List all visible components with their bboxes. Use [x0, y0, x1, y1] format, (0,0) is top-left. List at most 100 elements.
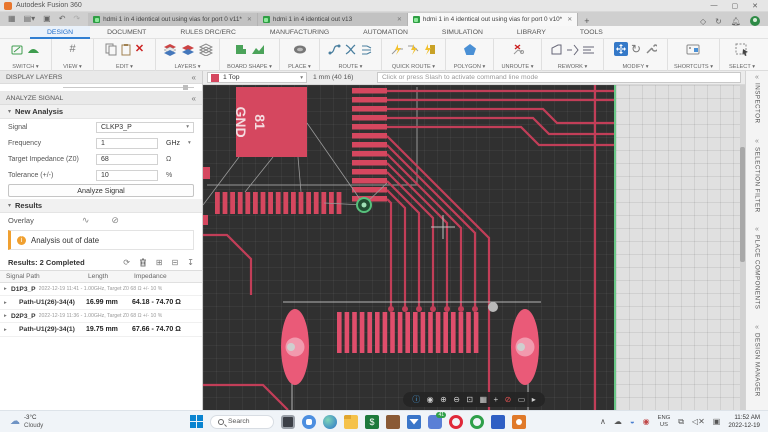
maximize-button[interactable]: ▢	[732, 2, 739, 10]
volume-muted-icon[interactable]: ◁✕	[692, 417, 705, 426]
analyze-signal-button[interactable]: Analyze Signal	[8, 184, 194, 197]
weather-widget[interactable]: ☁ -3°C Cloudy	[0, 414, 190, 428]
notification-bell-icon[interactable]: 🔔︎	[731, 17, 741, 26]
wallet-app-icon[interactable]	[386, 415, 400, 429]
ribbon-board-shape[interactable]: BOARD SHAPE ▾	[220, 39, 280, 71]
onedrive-icon[interactable]: ☁	[614, 417, 622, 426]
menu-tools[interactable]: TOOLS	[563, 26, 620, 39]
tab-place-components[interactable]: « PLACE COMPONENTS	[754, 226, 761, 309]
info-icon[interactable]: ⓘ	[412, 392, 420, 407]
visibility-icon[interactable]: ◉	[427, 392, 434, 407]
expander-icon[interactable]: ▸	[4, 313, 11, 319]
ribbon-rework[interactable]: REWORK ▾	[542, 39, 604, 71]
table-row-path[interactable]: ▸ Path-U1(26)-34(4) 16.99 mm 64.18 - 74.…	[0, 296, 202, 310]
orange-app-icon[interactable]	[512, 415, 526, 429]
taskbar-search[interactable]: Search	[210, 415, 274, 429]
results-section[interactable]: ▾ Results	[0, 199, 202, 213]
overlay-none-icon[interactable]: ⊘	[111, 215, 119, 226]
expander-icon[interactable]: ▸	[4, 286, 11, 292]
menu-document[interactable]: DOCUMENT	[90, 26, 163, 39]
mail-app-icon[interactable]	[407, 415, 421, 429]
ribbon-unroute[interactable]: UNROUTE ▾	[494, 39, 542, 71]
menu-simulation[interactable]: SIMULATION	[425, 26, 500, 39]
zoom-in-icon[interactable]: ⊕	[440, 392, 447, 407]
canvas-outside-board[interactable]	[614, 85, 745, 410]
tab-inspector[interactable]: « INSPECTOR	[754, 74, 761, 124]
menu-library[interactable]: LIBRARY	[500, 26, 563, 39]
layer-opacity-slider[interactable]	[63, 87, 194, 88]
tab-close-icon[interactable]: ✕	[565, 16, 572, 23]
ribbon-view[interactable]: # VIEW ▾	[52, 39, 94, 71]
display-layers-header[interactable]: DISPLAY LAYERS «	[0, 71, 202, 84]
frequency-unit-select[interactable]: GHz ▾	[166, 140, 191, 147]
tab-selection-filter[interactable]: « SELECTION FILTER	[754, 138, 761, 213]
ribbon-route[interactable]: ROUTE ▾	[320, 39, 382, 71]
new-tab-button[interactable]: +	[578, 16, 595, 26]
tolerance-input[interactable]: 10	[96, 170, 158, 181]
start-button[interactable]	[190, 415, 203, 428]
delete-results-icon[interactable]	[139, 258, 147, 267]
cast-icon[interactable]: ⧉	[678, 417, 684, 427]
app-grid-icon[interactable]: ▦	[8, 12, 16, 26]
impedance-input[interactable]: 68	[96, 154, 158, 165]
ribbon-shortcuts[interactable]: SHORTCUTS ▾	[668, 39, 720, 71]
menu-design[interactable]: DESIGN	[30, 26, 90, 39]
ribbon-quick-route[interactable]: QUICK ROUTE ▾	[382, 39, 446, 71]
chat-icon[interactable]	[302, 415, 316, 429]
undo-icon[interactable]: ↶	[59, 12, 66, 26]
canvas-scrollbar[interactable]	[740, 85, 745, 410]
edge-browser-icon[interactable]	[323, 415, 337, 429]
collapse-icon[interactable]: «	[192, 94, 196, 103]
ribbon-polygon[interactable]: POLYGON ▾	[446, 39, 494, 71]
ribbon-modify[interactable]: ↻ MODIFY ▾	[604, 39, 668, 71]
collapse-icon[interactable]: «	[192, 73, 196, 82]
redo-icon[interactable]: ↷	[73, 12, 80, 26]
save-icon[interactable]: ▣	[43, 12, 51, 26]
doc-tab-2[interactable]: hdmi 1 in 4 identical out v13 ✕	[258, 13, 408, 26]
expand-all-icon[interactable]: ⊞	[156, 258, 163, 267]
layer-select[interactable]: 1 Top ▾	[207, 72, 307, 83]
language-indicator[interactable]: ENG US	[658, 415, 671, 428]
menu-automation[interactable]: AUTOMATION	[346, 26, 425, 39]
crosshair-icon[interactable]: +	[494, 392, 499, 407]
menu-manufacturing[interactable]: MANUFACTURING	[253, 26, 346, 39]
frequency-input[interactable]: 1	[96, 138, 158, 149]
selection-box-icon[interactable]: ▭	[518, 392, 526, 407]
tray-chevron-up-icon[interactable]: ∧	[600, 417, 606, 426]
green-app-icon[interactable]	[470, 415, 484, 429]
close-button[interactable]: ✕	[752, 2, 758, 10]
menu-rules-drc-erc[interactable]: RULES DRC/ERC	[163, 26, 253, 39]
extensions-icon[interactable]: ◇	[700, 17, 706, 26]
task-view-icon[interactable]	[281, 415, 295, 429]
ribbon-select[interactable]: SELECT ▾	[720, 39, 764, 71]
table-row-path[interactable]: ▸ Path-U1(29)-34(1) 19.75 mm 67.66 - 74.…	[0, 323, 202, 337]
collapse-all-icon[interactable]: ⊟	[172, 258, 179, 267]
doc-tab-3-active[interactable]: hdmi 1 in 4 identical out using vias for…	[408, 13, 578, 26]
tab-design-manager[interactable]: « DESIGN MANAGER	[754, 324, 761, 397]
finance-app-icon[interactable]: $	[365, 415, 379, 429]
tab-close-icon[interactable]: ✕	[395, 16, 402, 23]
minimize-button[interactable]: —	[711, 2, 718, 10]
headset-icon[interactable]: ◒	[630, 417, 635, 426]
opera-browser-icon[interactable]	[449, 415, 463, 429]
ribbon-place[interactable]: PLACE ▾	[280, 39, 320, 71]
cursor-mode-icon[interactable]: ▸	[532, 392, 536, 407]
ribbon-layers[interactable]: LAYERS ▾	[156, 39, 220, 71]
grid-settings-icon[interactable]: ▦	[480, 392, 488, 407]
expander-icon[interactable]: ▸	[4, 300, 11, 306]
camera-icon[interactable]: ▣	[713, 417, 721, 426]
command-line-input[interactable]	[377, 72, 741, 83]
pcb-canvas[interactable]: 81 GND	[203, 85, 614, 410]
table-row-signal-group[interactable]: ▸ D2P3_P 2022-12-19 11:36 - 1.00GHz, Tar…	[0, 310, 202, 323]
zoom-fit-icon[interactable]: ⊡	[466, 392, 473, 407]
expander-icon[interactable]: ▸	[4, 327, 11, 333]
signal-select[interactable]: CLKP3_P ▾	[96, 122, 194, 133]
overlay-waveform-icon[interactable]: ∿	[82, 215, 90, 226]
tab-close-icon[interactable]: ✕	[245, 16, 252, 23]
analyze-signal-header[interactable]: ANALYZE SIGNAL «	[0, 92, 202, 105]
doc-tab-1[interactable]: hdmi 1 in 4 identical out using vias for…	[88, 13, 258, 26]
teams-chat-icon[interactable]: 41	[428, 415, 442, 429]
ribbon-edit[interactable]: ✕ EDIT ▾	[94, 39, 156, 71]
new-analysis-section[interactable]: ▾ New Analysis	[0, 105, 202, 119]
people-icon[interactable]: ◉	[643, 417, 650, 426]
